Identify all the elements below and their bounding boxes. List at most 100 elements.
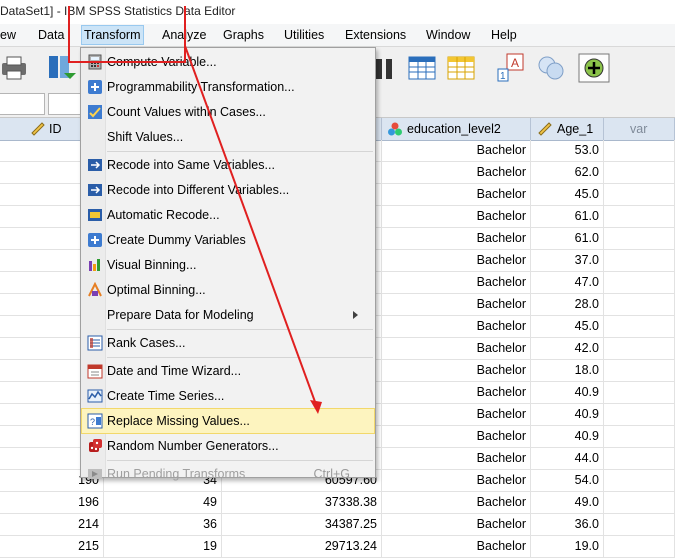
goto-data-icon[interactable] — [46, 53, 76, 83]
table-cell[interactable] — [604, 360, 675, 382]
table-cell[interactable]: 45.0 — [531, 184, 604, 206]
table-cell[interactable]: Bachelor — [382, 272, 531, 294]
print-icon[interactable] — [0, 53, 30, 83]
table-cell[interactable] — [604, 250, 675, 272]
table-cell[interactable]: Bachelor — [382, 536, 531, 558]
table-cell[interactable]: Bachelor — [382, 338, 531, 360]
table-cell[interactable]: Bachelor — [382, 184, 531, 206]
table-cell[interactable] — [604, 206, 675, 228]
table-cell[interactable]: 37.0 — [531, 250, 604, 272]
menu-item-random-number-generators[interactable]: Random Number Generators... — [82, 434, 374, 458]
menu-item-create-dummy-variables[interactable]: Create Dummy Variables — [82, 228, 374, 252]
table-cell[interactable] — [604, 316, 675, 338]
menu-item-rank-cases[interactable]: Rank Cases... — [82, 331, 374, 355]
table-cell[interactable]: 29713.24 — [222, 536, 382, 558]
menu-view[interactable]: ew — [0, 27, 16, 43]
table-cell[interactable]: 49 — [104, 492, 222, 514]
menu-window[interactable]: Window — [426, 27, 470, 43]
table-cell[interactable]: 34387.25 — [222, 514, 382, 536]
table-cell[interactable] — [604, 470, 675, 492]
table-cell[interactable]: 62.0 — [531, 162, 604, 184]
table-cell[interactable]: 45.0 — [531, 316, 604, 338]
table-cell[interactable]: 28.0 — [531, 294, 604, 316]
table-cell[interactable] — [604, 448, 675, 470]
table-cell[interactable] — [604, 184, 675, 206]
table-cell[interactable]: 214 — [0, 514, 104, 536]
table-cell[interactable]: 196 — [0, 492, 104, 514]
column-header-var[interactable]: var — [604, 118, 675, 140]
table-cell[interactable] — [604, 140, 675, 162]
table-cell[interactable]: Bachelor — [382, 470, 531, 492]
menu-item-create-time-series[interactable]: Create Time Series... — [82, 384, 374, 408]
table-cell[interactable]: 61.0 — [531, 228, 604, 250]
table-cell[interactable]: 54.0 — [531, 470, 604, 492]
table-cell[interactable]: 44.0 — [531, 448, 604, 470]
column-header-education-level2[interactable]: education_level2 — [382, 118, 531, 140]
table-cell[interactable]: 49.0 — [531, 492, 604, 514]
add-extension-icon[interactable] — [578, 53, 610, 83]
menu-item-shift-values[interactable]: Shift Values... — [82, 125, 374, 149]
table-cell[interactable]: Bachelor — [382, 514, 531, 536]
menu-item-count-values-within-cases[interactable]: Count Values within Cases... — [82, 100, 374, 124]
table-cell[interactable]: 53.0 — [531, 140, 604, 162]
insert-variable-icon[interactable] — [446, 53, 476, 83]
table-cell[interactable] — [604, 536, 675, 558]
menu-item-date-and-time-wizard[interactable]: Date and Time Wizard... — [82, 359, 374, 383]
table-cell[interactable]: Bachelor — [382, 294, 531, 316]
table-cell[interactable]: Bachelor — [382, 206, 531, 228]
insert-cases-icon[interactable] — [407, 53, 437, 83]
menu-graphs[interactable]: Graphs — [223, 27, 264, 43]
table-cell[interactable] — [604, 162, 675, 184]
column-header-age-1[interactable]: Age_1 — [531, 118, 604, 140]
table-cell[interactable]: 40.9 — [531, 426, 604, 448]
use-sets-icon[interactable] — [536, 53, 566, 83]
table-cell[interactable]: 19 — [104, 536, 222, 558]
table-cell[interactable]: 18.0 — [531, 360, 604, 382]
table-cell[interactable]: 40.9 — [531, 404, 604, 426]
cell-reference-field[interactable] — [0, 93, 45, 115]
table-cell[interactable]: 36 — [104, 514, 222, 536]
table-cell[interactable]: 19.0 — [531, 536, 604, 558]
menu-help[interactable]: Help — [491, 27, 517, 43]
table-cell[interactable] — [604, 272, 675, 294]
menu-item-recode-into-different-variables[interactable]: Recode into Different Variables... — [82, 178, 374, 202]
menu-item-prepare-data-for-modeling[interactable]: Prepare Data for Modeling — [82, 303, 374, 327]
menu-item-visual-binning[interactable]: Visual Binning... — [82, 253, 374, 277]
table-cell[interactable]: Bachelor — [382, 382, 531, 404]
menu-item-compute-variable[interactable]: Compute Variable... — [82, 50, 374, 74]
menu-item-optimal-binning[interactable]: Optimal Binning... — [82, 278, 374, 302]
table-cell[interactable] — [604, 426, 675, 448]
table-cell[interactable]: Bachelor — [382, 426, 531, 448]
table-cell[interactable]: 37338.38 — [222, 492, 382, 514]
table-cell[interactable]: Bachelor — [382, 140, 531, 162]
table-cell[interactable] — [604, 382, 675, 404]
table-cell[interactable]: Bachelor — [382, 448, 531, 470]
table-cell[interactable] — [604, 404, 675, 426]
table-cell[interactable]: Bachelor — [382, 162, 531, 184]
table-cell[interactable]: Bachelor — [382, 404, 531, 426]
table-cell[interactable]: 42.0 — [531, 338, 604, 360]
menu-data[interactable]: Data — [38, 27, 64, 43]
menu-extensions[interactable]: Extensions — [345, 27, 406, 43]
table-cell[interactable]: Bachelor — [382, 228, 531, 250]
menu-utilities[interactable]: Utilities — [284, 27, 324, 43]
menu-item-automatic-recode[interactable]: Automatic Recode... — [82, 203, 374, 227]
table-cell[interactable]: 36.0 — [531, 514, 604, 536]
table-cell[interactable]: Bachelor — [382, 360, 531, 382]
table-cell[interactable]: 215 — [0, 536, 104, 558]
menu-transform[interactable]: Transform — [81, 25, 144, 45]
table-cell[interactable]: Bachelor — [382, 492, 531, 514]
table-cell[interactable] — [604, 492, 675, 514]
menu-analyze[interactable]: Analyze — [162, 27, 206, 43]
menu-item-programmability-transformation[interactable]: Programmability Transformation... — [82, 75, 374, 99]
table-cell[interactable] — [604, 514, 675, 536]
menu-item-replace-missing-values[interactable]: ? Replace Missing Values... — [81, 408, 375, 434]
table-cell[interactable]: Bachelor — [382, 250, 531, 272]
table-cell[interactable]: 47.0 — [531, 272, 604, 294]
table-cell[interactable]: 61.0 — [531, 206, 604, 228]
table-cell[interactable] — [604, 228, 675, 250]
value-labels-icon[interactable]: A 1 — [496, 53, 526, 83]
table-cell[interactable] — [604, 294, 675, 316]
table-cell[interactable]: Bachelor — [382, 316, 531, 338]
table-cell[interactable] — [604, 338, 675, 360]
